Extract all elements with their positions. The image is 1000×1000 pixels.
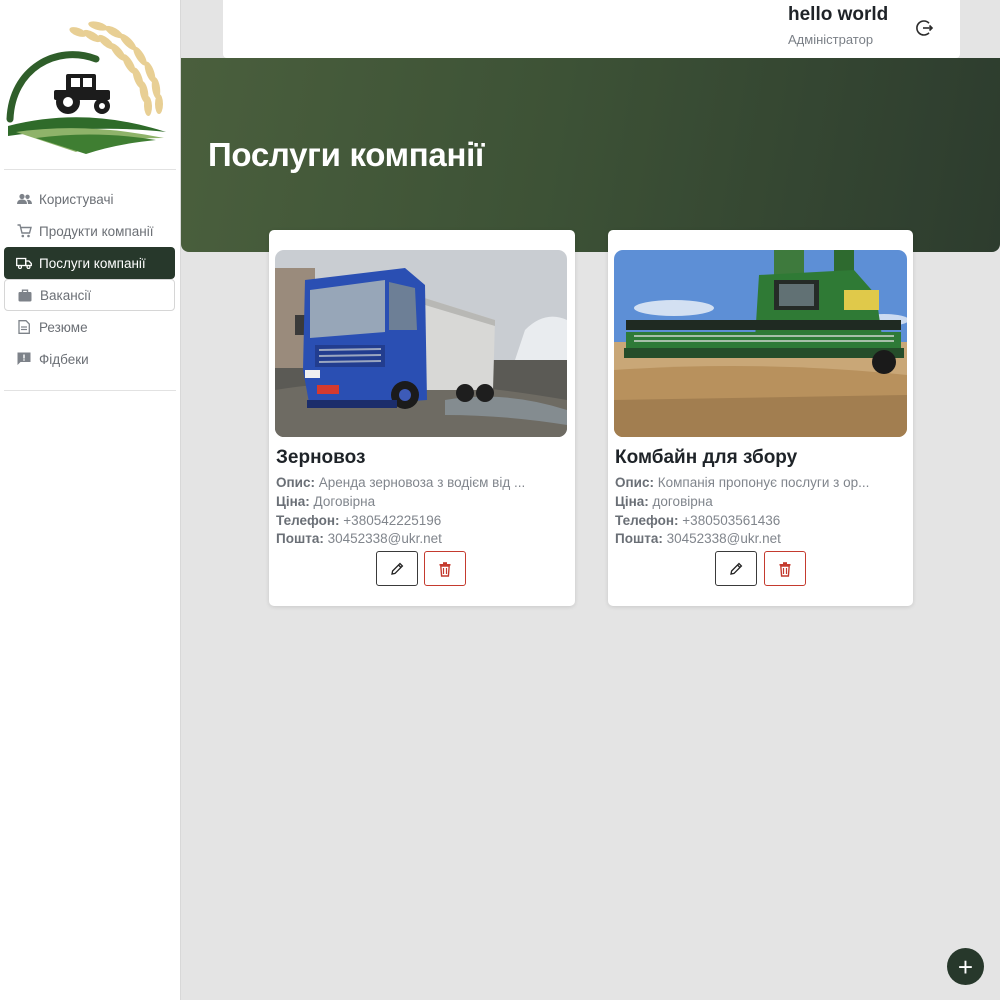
service-card: Зерновоз Опис: Аренда зерновоза з водієм… — [269, 230, 575, 606]
description-label: Опис: — [615, 475, 654, 490]
top-bar: hello world Адміністратор — [223, 0, 960, 58]
feedback-icon — [16, 351, 32, 367]
briefcase-icon — [17, 287, 33, 303]
service-price: Ціна: договірна — [615, 494, 905, 509]
sidebar-item-services[interactable]: Послуги компанії — [4, 247, 175, 279]
users-icon — [16, 191, 32, 207]
phone-value: +380503561436 — [682, 513, 781, 528]
add-service-button[interactable]: + — [947, 948, 984, 985]
price-label: Ціна: — [276, 494, 310, 509]
sidebar-item-label: Продукти компанії — [39, 223, 154, 239]
service-email: Пошта: 30452338@ukr.net — [276, 531, 566, 546]
sidebar-item-label: Фідбеки — [39, 351, 89, 367]
service-title: Зерновоз — [276, 447, 366, 468]
company-logo[interactable] — [6, 14, 170, 156]
sidebar-item-vacancies[interactable]: Вакансії — [4, 279, 175, 311]
truck-icon — [16, 255, 32, 271]
email-value: 30452338@ukr.net — [327, 531, 442, 546]
price-value: договірна — [652, 494, 713, 509]
delete-button[interactable] — [424, 551, 466, 586]
edit-button[interactable] — [376, 551, 418, 586]
sidebar-item-label: Послуги компанії — [39, 255, 146, 271]
page-banner: Послуги компанії — [181, 58, 1000, 252]
service-phone: Телефон: +380542225196 — [276, 513, 566, 528]
plus-icon: + — [957, 951, 974, 982]
sidebar-item-products[interactable]: Продукти компанії — [4, 215, 175, 247]
service-title: Комбайн для збору — [615, 447, 798, 468]
service-phone: Телефон: +380503561436 — [615, 513, 905, 528]
sidebar-nav: Користувачі Продукти компанії Послуги ко… — [4, 183, 175, 375]
user-role: Адміністратор — [788, 32, 874, 47]
page-title: Послуги компанії — [208, 136, 484, 173]
pencil-icon — [730, 562, 743, 575]
email-value: 30452338@ukr.net — [666, 531, 781, 546]
service-card: Комбайн для збору Опис: Компанія пропону… — [608, 230, 913, 606]
price-label: Ціна: — [615, 494, 649, 509]
combine-harvester-photo — [614, 250, 907, 437]
trash-icon — [439, 561, 451, 577]
document-icon — [16, 319, 32, 335]
trash-icon — [779, 561, 791, 577]
pencil-icon — [391, 562, 404, 575]
sidebar-item-feedback[interactable]: Фідбеки — [4, 343, 175, 375]
sidebar: Користувачі Продукти компанії Послуги ко… — [0, 0, 181, 1000]
sidebar-divider — [4, 390, 176, 391]
user-name: hello world — [788, 4, 889, 25]
phone-value: +380542225196 — [343, 513, 442, 528]
edit-button[interactable] — [715, 551, 757, 586]
sidebar-item-label: Користувачі — [39, 191, 114, 207]
service-description: Опис: Аренда зерновоза з водієм від ... — [276, 475, 566, 490]
service-email: Пошта: 30452338@ukr.net — [615, 531, 905, 546]
cart-icon — [16, 223, 32, 239]
sidebar-item-label: Резюме — [39, 319, 88, 335]
sidebar-item-users[interactable]: Користувачі — [4, 183, 175, 215]
email-label: Пошта: — [276, 531, 324, 546]
phone-label: Телефон: — [276, 513, 340, 528]
price-value: Договірна — [313, 494, 376, 509]
delete-button[interactable] — [764, 551, 806, 586]
phone-label: Телефон: — [615, 513, 679, 528]
sidebar-item-label: Вакансії — [40, 287, 92, 303]
service-price: Ціна: Договірна — [276, 494, 566, 509]
description-value: Компанія пропонує послуги з ор... — [657, 475, 870, 490]
service-description: Опис: Компанія пропонує послуги з ор... — [615, 475, 905, 490]
sidebar-item-resume[interactable]: Резюме — [4, 311, 175, 343]
sidebar-divider — [4, 169, 176, 170]
email-label: Пошта: — [615, 531, 663, 546]
description-label: Опис: — [276, 475, 315, 490]
logout-icon[interactable] — [915, 18, 935, 38]
grain-truck-photo — [275, 250, 567, 437]
description-value: Аренда зерновоза з водієм від ... — [318, 475, 526, 490]
